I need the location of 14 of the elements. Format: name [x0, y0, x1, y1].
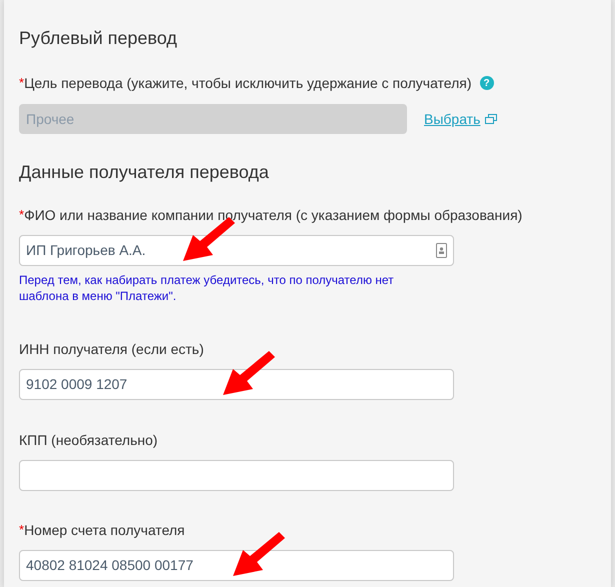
section-title: Данные получателя перевода [19, 161, 270, 183]
field-label: КПП (необязательно) [19, 431, 158, 449]
input-field[interactable] [19, 460, 454, 491]
new-window-icon[interactable] [485, 114, 498, 124]
input-field[interactable]: ИП Григорьев А.А. [19, 235, 454, 266]
hint-text: Перед тем, как набирать платеж убедитесь, что по получателю нет шаблона в меню "Платежи". [19, 272, 395, 304]
field-label: *Номер счета получателя [19, 521, 185, 539]
field-label: ИНН получателя (если есть) [19, 340, 204, 358]
field-label: *Цель перевода (укажите, чтобы исключить удержание с получателя) [19, 74, 472, 92]
input-field[interactable]: 40802 81024 08500 00177 [19, 550, 454, 581]
field-label: *ФИО или название компании получателя (с указанием формы образования) [19, 206, 522, 224]
page-title: Рублевый перевод [19, 27, 178, 49]
input-field[interactable]: 9102 0009 1207 [19, 369, 454, 400]
contact-card-icon[interactable] [436, 243, 447, 258]
